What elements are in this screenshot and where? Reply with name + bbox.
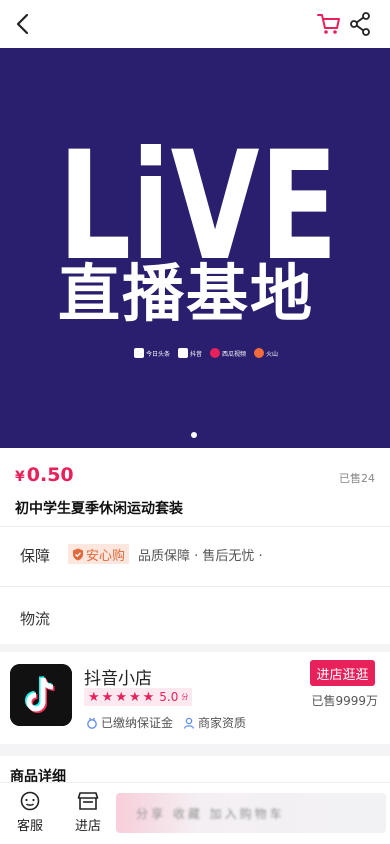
divider xyxy=(0,586,390,587)
platform-huoshan: 火山 xyxy=(254,348,278,358)
logistics-label: 物流 xyxy=(20,610,51,628)
carousel-dot[interactable] xyxy=(191,432,197,438)
customer-service-icon xyxy=(20,791,40,811)
shop-sold-count: 已售9999万 xyxy=(311,694,378,708)
product-image-carousel[interactable]: LiVE 直播基地 今日头条 抖音 西瓜视频 火山 xyxy=(0,48,390,448)
shop-logo[interactable] xyxy=(10,664,72,726)
star-icon: ★ xyxy=(101,689,114,705)
enter-shop-button[interactable]: 进店逛逛 xyxy=(310,660,375,686)
platform-toutiao: 今日头条 xyxy=(134,348,170,358)
platform-logos: 今日头条 抖音 西瓜视频 火山 xyxy=(134,346,278,360)
safe-purchase-badge: 安心购 xyxy=(68,544,130,564)
price-row: ¥0.50 已售24 xyxy=(0,456,390,496)
medal-icon xyxy=(87,717,97,729)
platform-xigua: 西瓜视频 xyxy=(210,348,246,358)
rating-suffix: 分 xyxy=(181,693,189,701)
douyin-logo-icon xyxy=(10,664,72,726)
shop-name[interactable]: 抖音小店 xyxy=(84,664,152,689)
section-gap xyxy=(0,744,390,756)
section-gap xyxy=(0,644,390,652)
ghost-text: 分享 收藏 加入购物车 xyxy=(136,807,285,821)
shop-card: 抖音小店 ★ ★ ★ ★ ★ 5.0 分 已缴纳保证金 商家资质 进店逛逛 已售… xyxy=(0,652,390,744)
safe-purchase-label: 安心购 xyxy=(86,548,126,564)
top-bar xyxy=(0,0,390,48)
logistics-row[interactable]: 物流 xyxy=(0,588,390,644)
star-icon: ★ xyxy=(142,689,155,705)
shop-tag: 商家资质 xyxy=(183,714,246,731)
product-title: 初中学生夏季休闲运动套装 xyxy=(15,501,183,517)
shop-tag: 已缴纳保证金 xyxy=(86,714,173,731)
product-price: ¥0.50 xyxy=(15,464,74,486)
chevron-left-icon[interactable] xyxy=(10,10,38,38)
shop-tags: 已缴纳保证金 商家资质 xyxy=(86,714,246,731)
guarantee-text: 品质保障 · 售后无忧 · xyxy=(138,549,263,564)
user-badge-icon xyxy=(183,717,195,729)
banner-subtitle: 直播基地 xyxy=(58,257,315,330)
svg-text:LiVE: LiVE xyxy=(58,120,338,270)
rating-value: 5.0 xyxy=(159,690,179,704)
guarantee-row[interactable]: 保障 安心购 品质保障 · 售后无忧 · xyxy=(0,526,390,582)
store-icon xyxy=(77,792,99,810)
share-icon[interactable] xyxy=(348,11,372,37)
customer-service-button[interactable]: 客服 xyxy=(8,791,52,834)
bottom-action-bar: 客服 进店 分享 收藏 加入购物车 xyxy=(0,782,390,844)
enter-store-button[interactable]: 进店 xyxy=(66,791,110,834)
shield-icon xyxy=(73,548,83,560)
star-icon: ★ xyxy=(88,689,100,705)
live-headline: LiVE xyxy=(58,120,338,270)
star-icon: ★ xyxy=(128,689,141,705)
shop-rating: ★ ★ ★ ★ ★ 5.0 分 xyxy=(84,688,193,706)
cart-icon[interactable] xyxy=(316,11,342,37)
blurred-action-buttons[interactable]: 分享 收藏 加入购物车 xyxy=(116,793,386,833)
guarantee-label: 保障 xyxy=(20,547,51,565)
star-icon: ★ xyxy=(115,689,127,705)
sold-count: 已售24 xyxy=(339,472,375,485)
platform-douyin: 抖音 xyxy=(178,348,202,358)
